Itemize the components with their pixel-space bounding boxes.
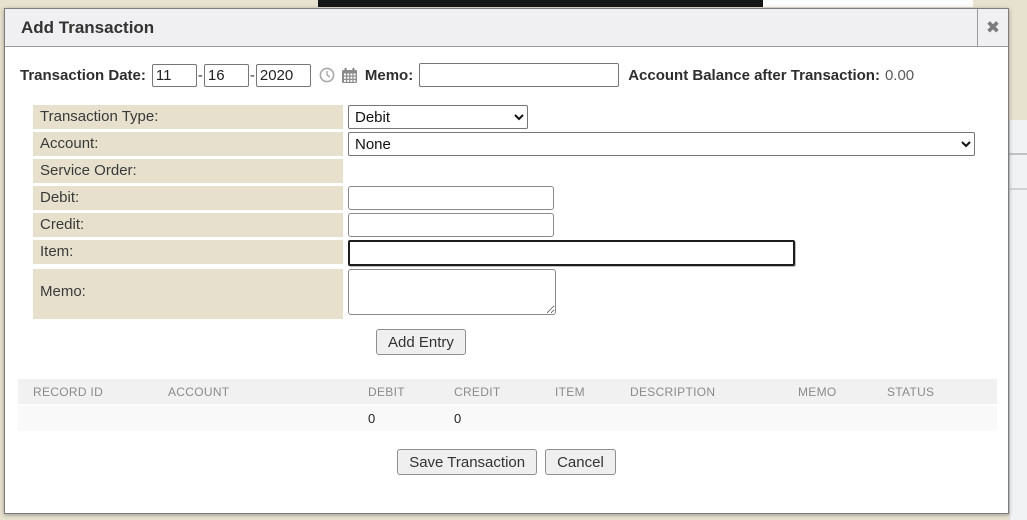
- entries-header-row: RECORD ID ACCOUNT DEBIT CREDIT ITEM DESC…: [18, 379, 997, 405]
- cell-description: [630, 405, 798, 431]
- service-order-label: Service Order:: [33, 159, 343, 183]
- dialog-footer: Save Transaction Cancel: [5, 449, 1008, 475]
- calendar-icon[interactable]: [341, 67, 358, 84]
- date-separator: -: [250, 67, 255, 84]
- memo-textarea[interactable]: [348, 269, 556, 315]
- entries-table: RECORD ID ACCOUNT DEBIT CREDIT ITEM DESC…: [18, 379, 997, 431]
- col-memo: MEMO: [798, 379, 887, 405]
- dialog-titlebar: Add Transaction ✖: [5, 9, 1008, 47]
- item-label: Item:: [33, 240, 343, 264]
- dialog-title: Add Transaction: [5, 9, 977, 46]
- entries-row: 0 0: [18, 405, 997, 431]
- form-row-memo: Memo:: [33, 269, 1008, 319]
- close-icon: ✖: [986, 18, 1000, 38]
- account-select[interactable]: None: [348, 132, 975, 156]
- transaction-type-select[interactable]: Debit: [348, 105, 528, 129]
- clock-icon[interactable]: [319, 67, 335, 83]
- transaction-date-row: Transaction Date: - - Memo:: [20, 62, 1008, 88]
- cell-memo: [798, 405, 887, 431]
- memo-top-label: Memo:: [365, 67, 413, 84]
- col-account: ACCOUNT: [168, 379, 368, 405]
- background-right-panel: [1009, 120, 1027, 520]
- transaction-type-label: Transaction Type:: [33, 105, 343, 129]
- entry-form: Transaction Type: Debit Account: None Se…: [33, 105, 1008, 355]
- add-entry-button[interactable]: Add Entry: [376, 329, 466, 355]
- cell-item: [555, 405, 630, 431]
- form-row-service-order: Service Order:: [33, 159, 1008, 183]
- background-divider: [1009, 153, 1027, 155]
- debit-input[interactable]: [348, 186, 554, 210]
- debit-label: Debit:: [33, 186, 343, 210]
- memo-top-input[interactable]: [419, 63, 619, 87]
- balance-label: Account Balance after Transaction:: [628, 67, 880, 84]
- form-row-debit: Debit:: [33, 186, 1008, 210]
- cell-status: [887, 405, 997, 431]
- background-top-bar: [318, 0, 763, 7]
- credit-label: Credit:: [33, 213, 343, 237]
- close-button[interactable]: ✖: [977, 9, 1008, 46]
- form-row-credit: Credit:: [33, 213, 1008, 237]
- date-separator: -: [198, 67, 203, 84]
- add-transaction-dialog: Add Transaction ✖ Transaction Date: - -: [4, 8, 1009, 514]
- date-month-input[interactable]: [152, 64, 197, 87]
- col-debit: DEBIT: [368, 379, 454, 405]
- col-record-id: RECORD ID: [18, 379, 168, 405]
- transaction-date-label: Transaction Date:: [20, 67, 146, 84]
- item-input[interactable]: [348, 240, 795, 266]
- cell-account: [168, 405, 368, 431]
- save-transaction-button[interactable]: Save Transaction: [397, 449, 537, 475]
- cell-debit: 0: [368, 405, 454, 431]
- background-divider: [1009, 188, 1027, 190]
- account-label: Account:: [33, 132, 343, 156]
- form-row-item: Item:: [33, 240, 1008, 266]
- balance-value: 0.00: [885, 67, 914, 84]
- date-day-input[interactable]: [204, 64, 249, 87]
- date-year-input[interactable]: [256, 64, 311, 87]
- col-item: ITEM: [555, 379, 630, 405]
- form-row-account: Account: None: [33, 132, 1008, 156]
- form-row-transaction-type: Transaction Type: Debit: [33, 105, 1008, 129]
- background-top-strip: [763, 0, 973, 7]
- credit-input[interactable]: [348, 213, 554, 237]
- col-credit: CREDIT: [454, 379, 555, 405]
- cell-credit: 0: [454, 405, 555, 431]
- cell-record-id: [18, 405, 168, 431]
- cancel-button[interactable]: Cancel: [545, 449, 616, 475]
- memo-label: Memo:: [33, 269, 343, 319]
- col-description: DESCRIPTION: [630, 379, 798, 405]
- col-status: STATUS: [887, 379, 997, 405]
